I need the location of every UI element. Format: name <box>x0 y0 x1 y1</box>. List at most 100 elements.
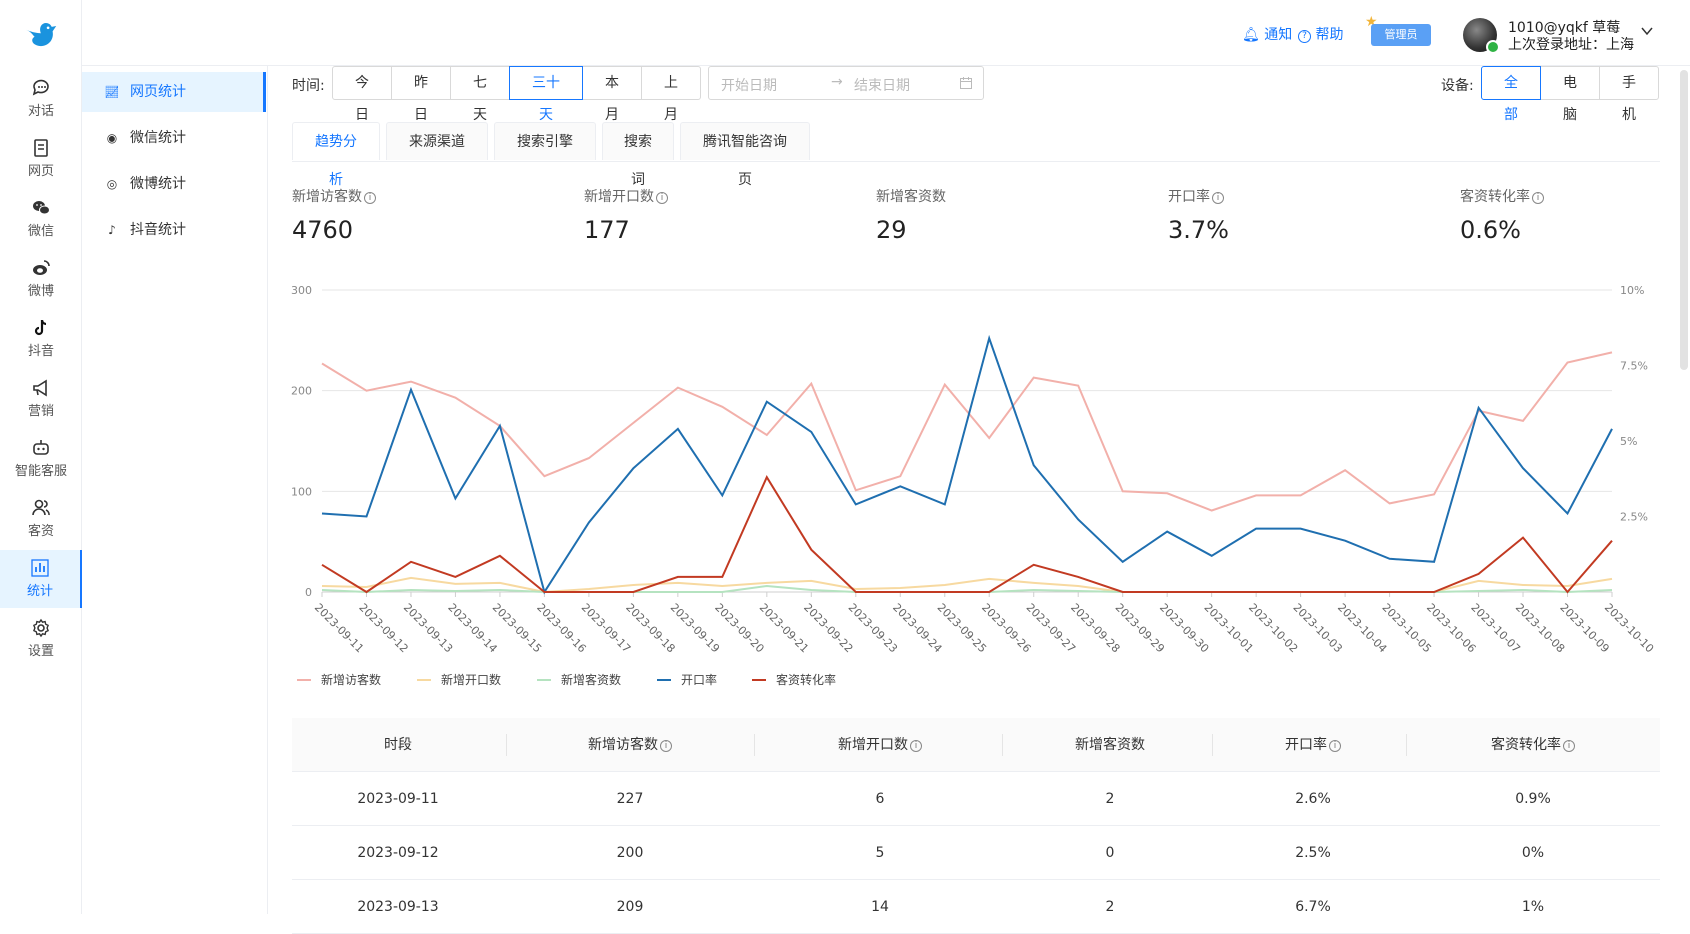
kpi-value: 177 <box>584 216 630 244</box>
info-icon[interactable]: i <box>1532 192 1544 204</box>
info-icon[interactable]: i <box>1212 192 1224 204</box>
time-option-4[interactable]: 本月 <box>582 66 642 123</box>
table-cell: 5 <box>875 845 885 861</box>
device-selector: 全部 电脑 手机 <box>1481 66 1659 123</box>
nav-item-label: 智能客服 <box>14 464 67 479</box>
submenu-item-0[interactable]: 📈︎ 网页统计 <box>82 72 266 112</box>
table-cell: 2023-09-13 <box>357 899 439 915</box>
series-line <box>321 475 1613 594</box>
nav-item-label: 营销 <box>27 404 54 419</box>
end-date-input[interactable]: 结束日期 <box>854 75 910 95</box>
nav-item-label: 微信 <box>27 224 54 239</box>
page-icon <box>34 139 48 157</box>
submenu-item-3[interactable]: ♪ 抖音统计 <box>82 210 266 250</box>
time-option-1[interactable]: 昨日 <box>391 66 451 123</box>
legend-label: 客资转化率 <box>776 672 836 687</box>
y-right-tick-label: 2.5% <box>1620 511 1648 524</box>
nav-item-megaphone[interactable]: 营销 <box>0 370 82 428</box>
notify-link[interactable]: 🔔︎ 通知 <box>1242 24 1292 44</box>
chevron-down-icon[interactable] <box>1640 24 1654 38</box>
table-cell: 2 <box>1105 791 1115 807</box>
info-icon[interactable]: i <box>656 192 668 204</box>
nav-item-tiktok[interactable]: 抖音 <box>0 310 82 368</box>
time-option-0[interactable]: 今日 <box>332 66 392 123</box>
tiktok-icon <box>34 319 47 336</box>
table-row[interactable]: 2023-09-11 227 6 2 2.6% 0.9% <box>292 772 1660 826</box>
kpi-label: 开口率 i <box>1168 186 1224 206</box>
info-icon[interactable]: i <box>1329 740 1341 752</box>
table-row[interactable]: 2023-09-13 209 14 2 6.7% 1% <box>292 880 1660 934</box>
info-icon[interactable]: i <box>660 740 672 752</box>
tab-4[interactable]: 腾讯智能咨询页 <box>680 122 810 188</box>
submenu-item-2[interactable]: ◎ 微博统计 <box>82 164 266 204</box>
submenu-item-label: 抖音统计 <box>130 222 186 238</box>
nav-item-users[interactable]: 客资 <box>0 490 82 548</box>
help-link[interactable]: ? 帮助 <box>1298 24 1343 44</box>
nav-item-gear[interactable]: 设置 <box>0 610 82 668</box>
main-nav-rail: 对话 网页微信微博抖音营销智能客服客资统计设置 <box>0 0 82 914</box>
device-option-0[interactable]: 全部 <box>1481 66 1541 123</box>
table-cell: 2023-09-12 <box>357 845 439 861</box>
submenu-item-label: 网页统计 <box>130 84 186 100</box>
admin-badge: 管理员 <box>1371 24 1431 46</box>
megaphone-icon <box>33 379 47 397</box>
stats-table-header: 时段 新增访客数 i 新增开口数 i 新增客资数 开口率 i 客资转化率 i <box>292 718 1660 772</box>
page-scrollbar[interactable] <box>1680 70 1688 370</box>
kpi-label: 新增访客数 i <box>292 186 376 206</box>
nav-item-label: 抖音 <box>27 344 54 359</box>
top-header: 🔔︎ 通知 ? 帮助 ★ 管理员 1010@yqkf 草莓 上次登录地址：上海 <box>82 0 1690 66</box>
wechat-icon: ◉ <box>106 131 118 145</box>
submenu-item-label: 微信统计 <box>130 130 186 146</box>
stats-submenu: 📈︎ 网页统计 ◉ 微信统计 ◎ 微博统计 ♪ 抖音统计 <box>82 66 268 914</box>
table-header-label: 客资转化率 <box>1491 737 1561 753</box>
time-label: 时间: <box>292 78 325 94</box>
last-login-location: 上次登录地址：上海 <box>1508 37 1634 53</box>
legend-label: 新增开口数 <box>441 672 501 687</box>
table-row[interactable]: 2023-09-12 200 5 0 2.5% 0% <box>292 826 1660 880</box>
column-divider <box>1212 734 1213 756</box>
tab-1[interactable]: 来源渠道 <box>386 122 488 160</box>
weibo-icon <box>33 260 50 275</box>
kpi-label-text: 新增客资数 <box>876 189 946 205</box>
legend-label: 新增客资数 <box>561 672 621 687</box>
device-option-1[interactable]: 电脑 <box>1540 66 1600 123</box>
nav-item-robot[interactable]: 智能客服 <box>0 430 82 488</box>
tabs-divider <box>292 161 1660 162</box>
table-cell: 6.7% <box>1295 899 1331 915</box>
tab-0[interactable]: 趋势分析 <box>292 122 380 188</box>
kpi-label-text: 开口率 <box>1168 189 1210 205</box>
table-cell: 2.5% <box>1295 845 1331 861</box>
time-option-5[interactable]: 上月 <box>641 66 701 123</box>
kpi-value: 4760 <box>292 216 354 244</box>
date-range-picker[interactable]: 开始日期 → 结束日期 <box>708 66 984 100</box>
kpi-value: 3.7% <box>1168 216 1229 244</box>
nav-item-chat[interactable]: 对话 <box>0 70 82 128</box>
info-icon[interactable]: i <box>1563 740 1575 752</box>
time-option-2[interactable]: 七天 <box>450 66 510 123</box>
legend-label: 新增访客数 <box>321 672 381 687</box>
tab-3[interactable]: 搜索词 <box>602 122 674 188</box>
info-icon[interactable]: i <box>364 192 376 204</box>
submenu-item-1[interactable]: ◉ 微信统计 <box>82 118 266 158</box>
submenu-item-label: 微博统计 <box>130 176 186 192</box>
start-date-input[interactable]: 开始日期 <box>721 75 777 95</box>
nav-item-weibo[interactable]: 微博 <box>0 250 82 308</box>
info-icon[interactable]: i <box>910 740 922 752</box>
gear-icon <box>33 618 49 638</box>
device-option-2[interactable]: 手机 <box>1599 66 1659 123</box>
nav-item-page[interactable]: 网页 <box>0 130 82 188</box>
bird-logo-icon <box>25 23 57 47</box>
kpi-value: 0.6% <box>1460 216 1521 244</box>
table-cell: 2.6% <box>1295 791 1331 807</box>
tiktok-icon: ♪ <box>108 223 116 237</box>
table-header-cell: 客资转化率 i <box>1443 718 1623 772</box>
column-divider <box>1406 734 1407 756</box>
nav-item-stats[interactable]: 统计 <box>0 550 82 608</box>
table-cell: 0% <box>1521 845 1545 861</box>
arrow-right-icon: → <box>831 74 843 90</box>
line-chart-icon: 📈︎ <box>104 85 120 99</box>
time-option-3[interactable]: 三十天 <box>509 66 583 123</box>
nav-item-wechat[interactable]: 微信 <box>0 190 82 248</box>
column-divider <box>506 734 507 756</box>
nav-item-label: 统计 <box>26 584 53 599</box>
